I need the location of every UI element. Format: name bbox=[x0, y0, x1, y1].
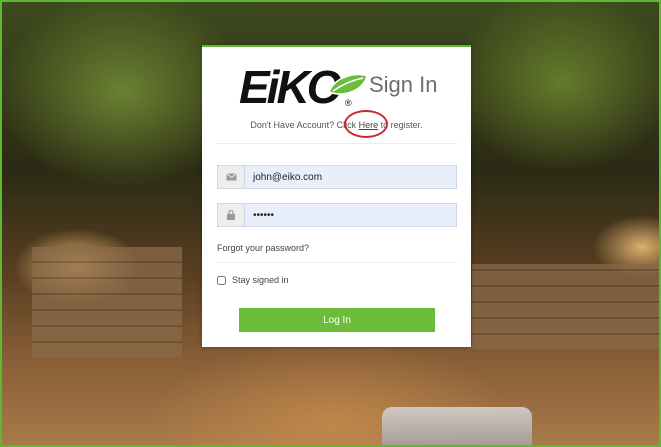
divider bbox=[216, 143, 457, 144]
page-frame: EiKO ® Sign In Don't Have Account? Click… bbox=[0, 0, 661, 447]
leaf-icon bbox=[328, 73, 368, 95]
logo-wordmark: EiKO bbox=[239, 61, 342, 113]
forgot-password-link[interactable]: Forgot your password? bbox=[217, 243, 309, 253]
divider bbox=[216, 262, 457, 263]
background-wall-left bbox=[32, 247, 182, 357]
password-field bbox=[217, 203, 457, 227]
stay-signed-in-label: Stay signed in bbox=[232, 275, 289, 285]
stay-signed-in-checkbox[interactable] bbox=[217, 275, 226, 285]
register-prefix: Don't Have Account? Click bbox=[250, 120, 359, 130]
stay-signed-in[interactable]: Stay signed in bbox=[217, 275, 289, 285]
registered-mark: ® bbox=[345, 98, 352, 108]
password-input[interactable] bbox=[245, 204, 456, 226]
lock-icon bbox=[218, 204, 245, 226]
background-wall-right bbox=[472, 264, 659, 349]
page-title: Sign In bbox=[369, 72, 438, 97]
email-field bbox=[217, 165, 457, 189]
highlight-circle bbox=[344, 110, 388, 138]
brand-logo: EiKO ® Sign In bbox=[239, 64, 459, 114]
login-button[interactable]: Log In bbox=[239, 308, 435, 332]
email-input[interactable] bbox=[245, 166, 456, 188]
register-prompt: Don't Have Account? Click Here to regist… bbox=[202, 120, 471, 130]
background-spa bbox=[382, 407, 532, 445]
envelope-icon bbox=[218, 166, 245, 188]
login-card: EiKO ® Sign In Don't Have Account? Click… bbox=[202, 45, 471, 347]
